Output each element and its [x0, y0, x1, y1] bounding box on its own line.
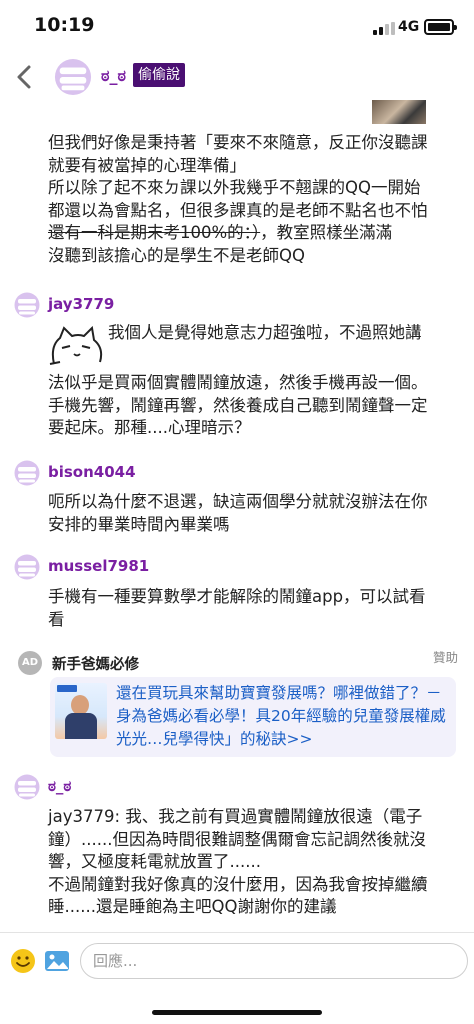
reply-bar: 回應...: [0, 932, 474, 1024]
signal-icon: [373, 22, 395, 35]
user-avatar[interactable]: [14, 774, 40, 800]
comment-author[interactable]: mussel7981: [48, 557, 149, 575]
board-badge[interactable]: 偷偷說: [133, 63, 185, 87]
nav-author-name[interactable]: ಠ_ಠ: [101, 66, 126, 86]
comment-list: 但我們好像是秉持著「要來不來隨意，反正你沒聽課 就要有被當掉的心理準備」 所以除…: [0, 100, 474, 932]
battery-icon: [424, 19, 457, 35]
status-time: 10:19: [34, 14, 95, 36]
network-label: 4G: [398, 19, 420, 35]
photo-thumbnail[interactable]: [372, 100, 426, 124]
ad-sponsored-label: 贊助: [432, 650, 458, 665]
status-bar: 10:19 4G: [0, 0, 474, 56]
ad-image[interactable]: [55, 683, 107, 739]
user-avatar[interactable]: [14, 460, 40, 486]
back-icon[interactable]: [10, 62, 40, 92]
user-avatar[interactable]: [14, 292, 40, 318]
comment-text-first-line: 我個人是覺得她意志力超強啦，不過照她講: [108, 323, 422, 342]
ad-advertiser-name[interactable]: 新手爸媽必修: [52, 653, 139, 674]
ad-link-text[interactable]: 還在買玩具來幫助寶寶發展嗎？哪裡做錯了？－身為爸媽必看必學！具20年經驗的兒童發…: [116, 682, 452, 751]
comment-text: 法似乎是買兩個實體鬧鐘放遠，然後手機再設一個。 手機先響，鬧鐘再響，然後養成自己…: [48, 373, 428, 438]
image-icon[interactable]: [44, 948, 70, 974]
nav-bar: ಠ_ಠ 偷偷說: [0, 56, 474, 100]
cat-sticker-icon: [49, 326, 103, 365]
user-avatar[interactable]: [14, 554, 40, 580]
comment-text: 呃所以為什麼不退選，缺這兩個學分就就沒辦法在你 安排的畢業時間內畢業嗎: [48, 492, 428, 534]
strikethrough-text: 還有一科是期末考100%的：）: [48, 223, 261, 243]
comment-text: 但我們好像是秉持著「要來不來隨意，反正你沒聽課 就要有被當掉的心理準備」 所以除…: [48, 133, 428, 265]
comment-text: 手機有一種要算數學才能解除的鬧鐘app，可以試看 看: [48, 587, 426, 629]
ad-header: AD 新手爸媽必修 贊助: [18, 650, 468, 677]
comment-author[interactable]: bison4044: [48, 463, 136, 481]
ad-logo: AD: [18, 651, 42, 675]
emoji-icon[interactable]: [10, 948, 36, 974]
ad-card[interactable]: 還在買玩具來幫助寶寶發展嗎？哪裡做錯了？－身為爸媽必看必學！具20年經驗的兒童發…: [50, 677, 456, 757]
comment-author[interactable]: jay3779: [48, 295, 114, 313]
author-avatar[interactable]: [54, 58, 92, 96]
reply-input[interactable]: 回應...: [80, 943, 468, 979]
home-indicator: [152, 1010, 322, 1015]
comment-author[interactable]: ಠ_ಠ: [48, 777, 71, 795]
comment-text: jay3779: 我、我之前有買過實體鬧鐘放很遠（電子 鐘）......但因為時…: [48, 807, 428, 917]
